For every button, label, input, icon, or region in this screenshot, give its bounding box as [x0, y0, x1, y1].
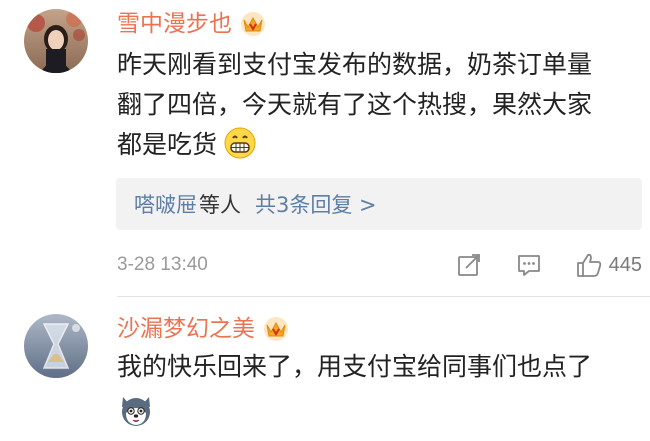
comment-text: 昨天刚看到支付宝发布的数据，奶茶订单量 翻了四倍，今天就有了这个热搜，果然大家 … [117, 45, 642, 165]
username-row: 雪中漫步也 [117, 7, 266, 41]
repost-icon[interactable] [455, 251, 483, 279]
comment-item: 雪中漫步也 昨天刚看到支付宝发布的数据，奶茶订单量 翻了四倍，今天就有了这个热搜… [0, 0, 650, 297]
comment-text-line [117, 387, 642, 431]
vip-crown-icon [240, 11, 266, 37]
replies-preview[interactable]: 嗒啵屉 等人 共3条回复 > [116, 178, 642, 230]
comment-text-line: 昨天刚看到支付宝发布的数据，奶茶订单量 [117, 50, 593, 79]
comment-text: 我的快乐回来了，用支付宝给同事们也点了 [117, 347, 642, 431]
comment-item: 沙漏梦幻之美 我的快乐回来了，用支付宝给同事们也点了 [0, 297, 650, 434]
user-avatar[interactable] [24, 314, 88, 378]
husky-emoji-icon [117, 391, 155, 429]
like-count: 445 [608, 253, 642, 276]
vip-crown-icon [263, 316, 289, 342]
grin-emoji-icon [223, 126, 257, 160]
like-icon[interactable] [575, 251, 603, 279]
comment-text-line: 都是吃货 [117, 125, 642, 165]
comment-text-line: 我的快乐回来了，用支付宝给同事们也点了 [117, 352, 593, 381]
comment-icon[interactable] [515, 251, 543, 279]
username[interactable]: 雪中漫步也 [117, 7, 232, 41]
username[interactable]: 沙漏梦幻之美 [117, 312, 255, 346]
reply-count-link[interactable]: 共3条回复 > [255, 189, 377, 219]
comment-text-line: 翻了四倍，今天就有了这个热搜，果然大家 [117, 90, 593, 119]
reply-etc-label: 等人 [199, 193, 241, 217]
username-row: 沙漏梦幻之美 [117, 312, 289, 346]
timestamp: 3-28 13:40 [117, 254, 208, 275]
comment-actions: 445 [455, 248, 642, 282]
comment-meta: 3-28 13:40 445 [117, 248, 642, 282]
reply-user-names[interactable]: 嗒啵屉 [134, 189, 197, 219]
user-avatar[interactable] [24, 9, 88, 73]
comment-text-fragment: 都是吃货 [117, 130, 218, 159]
